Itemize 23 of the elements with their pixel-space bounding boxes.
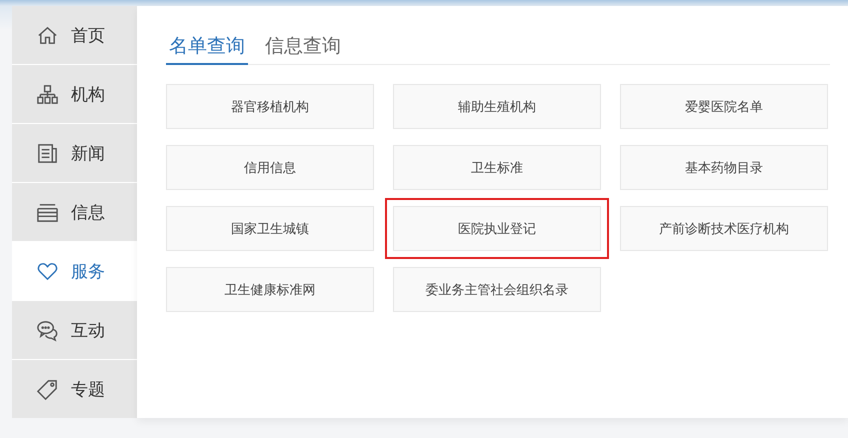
document-icon [36, 142, 59, 164]
sidebar-item[interactable]: 专题 [12, 360, 137, 418]
sidebar-item[interactable]: 新闻 [12, 124, 137, 182]
link-button[interactable]: 产前诊断技术医疗机构 [620, 206, 828, 251]
sidebar-item[interactable]: 信息 [12, 183, 137, 241]
sidebar-item[interactable]: 互动 [12, 301, 137, 359]
link-button[interactable]: 卫生标准 [393, 145, 601, 190]
tab[interactable]: 信息查询 [262, 30, 344, 65]
link-button[interactable]: 国家卫生城镇 [166, 206, 374, 251]
org-chart-icon [36, 82, 59, 106]
link-button[interactable]: 爱婴医院名单 [620, 84, 828, 129]
link-button[interactable]: 辅助生殖机构 [393, 84, 601, 129]
link-button[interactable]: 委业务主管社会组织名录 [393, 267, 601, 312]
tag-icon [36, 378, 59, 400]
link-button[interactable]: 医院执业登记 [393, 206, 601, 251]
link-button[interactable]: 信用信息 [166, 145, 374, 190]
link-button[interactable]: 基本药物目录 [620, 145, 828, 190]
chat-icon [36, 318, 59, 342]
link-button[interactable]: 器官移植机构 [166, 84, 374, 129]
link-button[interactable]: 卫生健康标准网 [166, 267, 374, 312]
sidebar-item[interactable]: 首页 [12, 6, 137, 64]
tab[interactable]: 名单查询 [166, 30, 248, 65]
sidebar-item[interactable]: 机构 [12, 65, 137, 123]
